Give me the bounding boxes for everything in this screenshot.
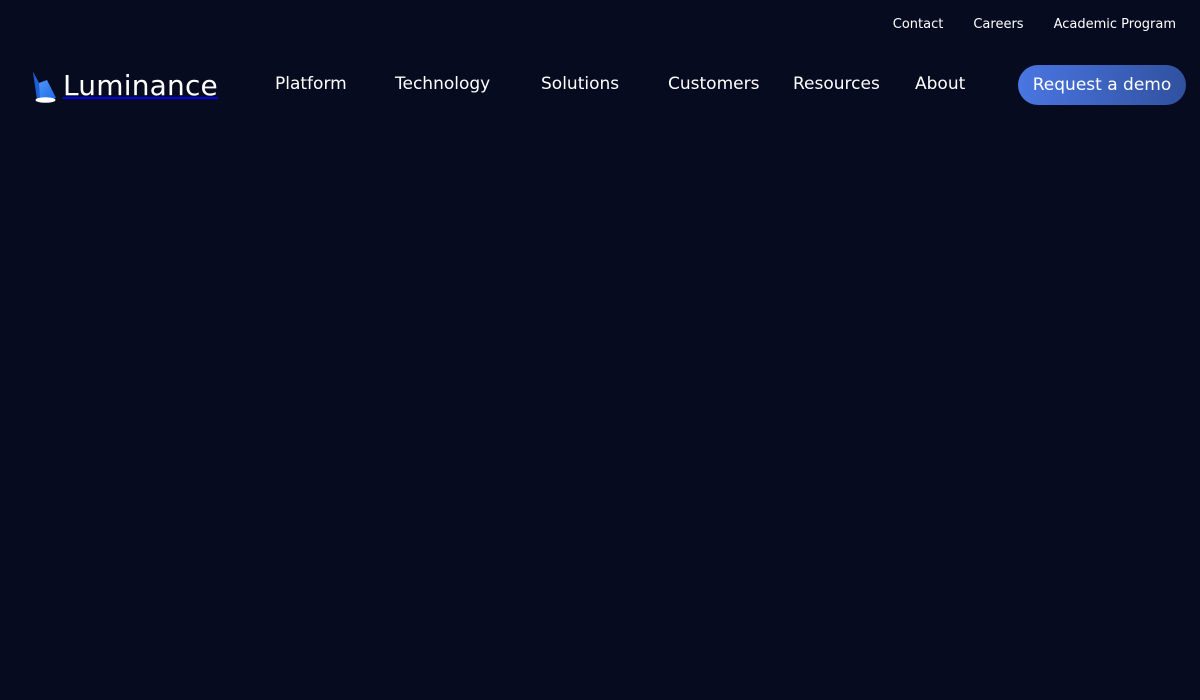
nav-about[interactable]: About xyxy=(915,73,965,95)
nav-resources[interactable]: Resources xyxy=(793,73,880,95)
main-navigation: Platform Technology Solutions Customers … xyxy=(32,73,1186,97)
request-demo-button[interactable]: Request a demo xyxy=(1018,65,1186,105)
site-header: Luminance Platform Technology Solutions … xyxy=(32,60,1186,110)
contact-link[interactable]: Contact xyxy=(893,16,944,34)
nav-technology[interactable]: Technology xyxy=(395,73,490,95)
page: Contact Careers Academic Program Luminan… xyxy=(0,0,1200,700)
careers-link[interactable]: Careers xyxy=(973,16,1023,34)
academic-program-link[interactable]: Academic Program xyxy=(1054,16,1176,34)
nav-solutions[interactable]: Solutions xyxy=(541,73,619,95)
nav-customers[interactable]: Customers xyxy=(668,73,759,95)
utility-navigation: Contact Careers Academic Program xyxy=(893,16,1176,34)
nav-platform[interactable]: Platform xyxy=(275,73,347,95)
